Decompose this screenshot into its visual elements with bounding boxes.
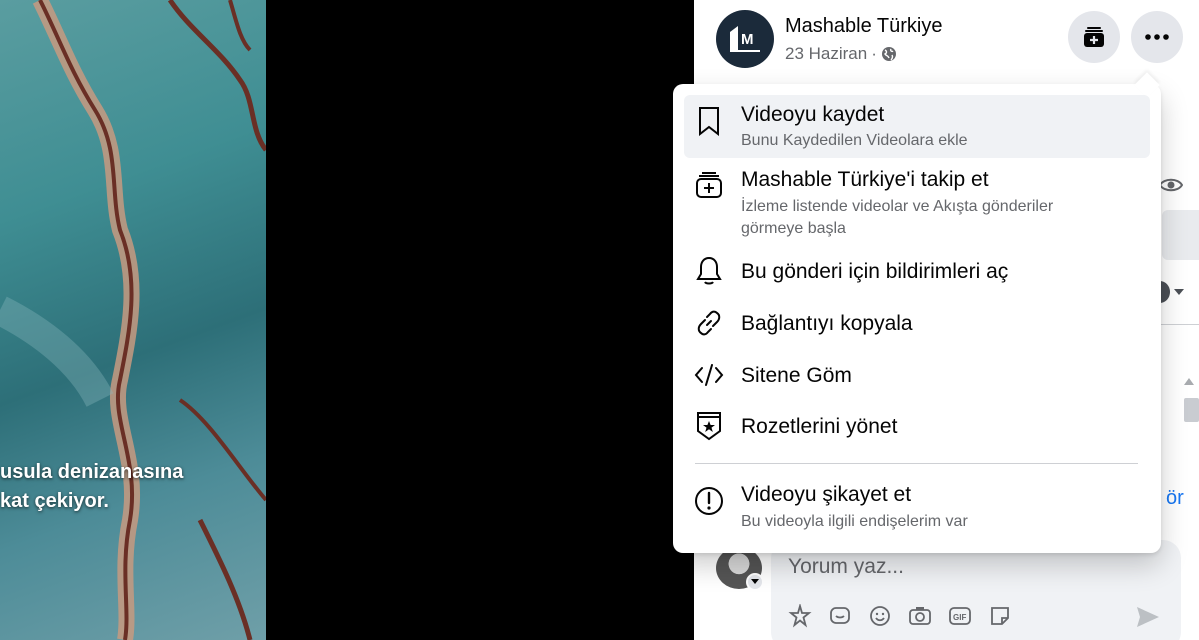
frame-icon[interactable]: [827, 603, 853, 629]
menu-item-title: Videoyu şikayet et: [741, 483, 912, 506]
menu-item-save-video[interactable]: Videoyu kaydet Bunu Kaydedilen Videolara…: [684, 95, 1150, 158]
post-meta: 23 Haziran ·: [785, 44, 897, 64]
follow-page-button[interactable]: [1068, 11, 1120, 63]
svg-text:M: M: [741, 31, 754, 48]
globe-icon: [881, 47, 896, 61]
svg-text:GIF: GIF: [953, 613, 966, 622]
more-dots-icon: [1145, 34, 1169, 40]
menu-item-subtitle: İzleme listende videolar ve Akışta gönde…: [741, 198, 1054, 237]
page-name[interactable]: Mashable Türkiye: [785, 15, 942, 38]
alert-circle-icon: [692, 484, 726, 518]
chevron-down-icon: [751, 579, 759, 584]
menu-item-title: Rozetlerini yönet: [741, 415, 898, 438]
meta-separator: ·: [871, 44, 877, 63]
gif-icon[interactable]: GIF: [947, 603, 973, 629]
menu-item-title: Bu gönderi için bildirimleri aç: [741, 260, 1009, 283]
menu-item-follow-page[interactable]: Mashable Türkiye'i takip et İzleme liste…: [684, 160, 1150, 244]
camera-icon[interactable]: [907, 603, 933, 629]
badge-star-icon: [692, 409, 726, 443]
menu-item-subtitle: Bu videoyla ilgili endişelerim var: [741, 513, 968, 530]
avatar-sticker-icon[interactable]: [787, 603, 813, 629]
video-frame[interactable]: usula denizanasına kat çekiyor.: [0, 0, 266, 640]
eye-icon: [1159, 178, 1183, 192]
mashable-logo-icon: M: [730, 26, 760, 52]
chevron-down-icon[interactable]: [1174, 289, 1184, 295]
menu-item-title: Bağlantıyı kopyala: [741, 312, 913, 335]
menu-item-manage-badges[interactable]: Rozetlerini yönet: [684, 401, 1150, 451]
menu-item-title: Mashable Türkiye'i takip et: [741, 168, 989, 191]
video-letterbox: [266, 0, 694, 640]
menu-item-report-video[interactable]: Videoyu şikayet et Bu videoyla ilgili en…: [684, 473, 1150, 537]
menu-item-title: Videoyu kaydet: [741, 103, 885, 126]
emoji-icon[interactable]: [867, 603, 893, 629]
avatar-switch-caret[interactable]: [746, 573, 764, 591]
video-caption-line-2: kat çekiyor.: [0, 490, 109, 512]
menu-item-notifications[interactable]: Bu gönderi için bildirimleri aç: [684, 246, 1150, 296]
comment-toolbar: GIF: [787, 603, 1013, 629]
send-icon[interactable]: [1135, 604, 1161, 630]
more-options-button[interactable]: [1131, 11, 1183, 63]
comment-composer[interactable]: Yorum yaz... GIF: [771, 540, 1181, 640]
comment-input[interactable]: Yorum yaz...: [788, 555, 904, 579]
follow-plus-icon: [692, 168, 726, 202]
bookmark-icon: [692, 104, 726, 138]
menu-divider: [695, 463, 1138, 464]
menu-item-subtitle: Bunu Kaydedilen Videolara ekle: [741, 132, 968, 149]
page-avatar[interactable]: M: [716, 10, 774, 68]
menu-item-embed[interactable]: Sitene Göm: [684, 350, 1150, 400]
sticker-icon[interactable]: [987, 603, 1013, 629]
scroll-up-arrow-icon[interactable]: [1184, 378, 1194, 385]
follow-plus-icon: [1084, 27, 1104, 47]
menu-item-title: Sitene Göm: [741, 364, 852, 387]
menu-item-copy-link[interactable]: Bağlantıyı kopyala: [684, 298, 1150, 348]
post-options-menu: Videoyu kaydet Bunu Kaydedilen Videolara…: [673, 72, 1161, 553]
see-more-link[interactable]: ör: [1166, 487, 1184, 510]
scrollbar-thumb[interactable]: [1184, 398, 1199, 422]
post-date[interactable]: 23 Haziran: [785, 44, 867, 64]
video-thumbnail-image: [0, 0, 266, 640]
code-icon: [692, 358, 726, 392]
partial-stats-box: [1162, 210, 1199, 260]
video-caption-line-1: usula denizanasına: [0, 461, 184, 483]
bell-icon: [692, 254, 726, 288]
link-icon: [692, 306, 726, 340]
